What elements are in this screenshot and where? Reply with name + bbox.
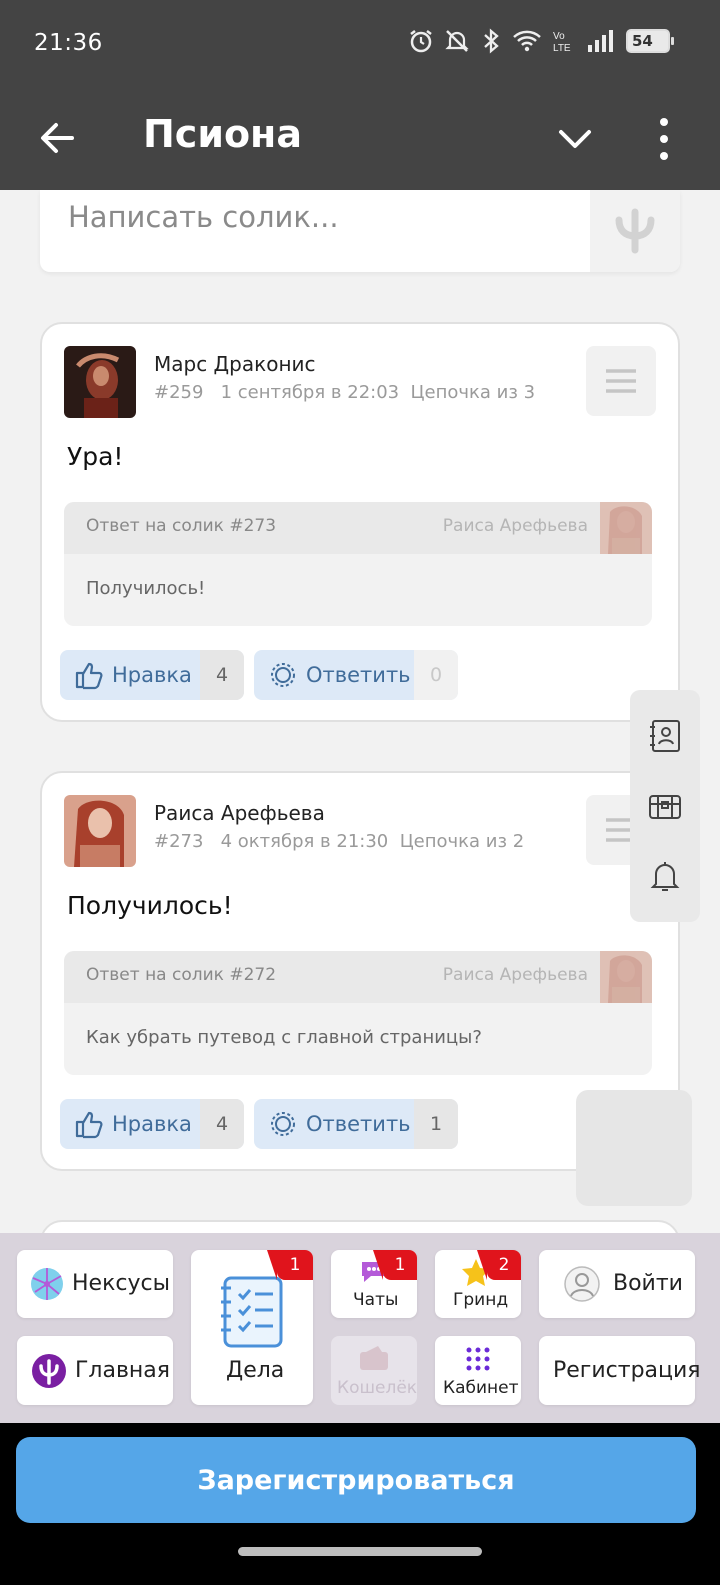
status-time: 21:36 [34,30,103,56]
quote-reference[interactable]: Ответ на солик #272 [86,965,276,985]
gear-icon [271,663,295,687]
thumbs-up-icon [75,1111,103,1139]
grid-dots-icon [466,1347,490,1371]
like-count: 4 [200,1099,244,1149]
like-count: 4 [200,650,244,700]
reply-button[interactable]: Ответить 0 [254,650,458,700]
signal-icon [588,30,613,52]
quote-avatar [600,502,652,554]
quote-header: Ответ на солик #272 Раиса Арефьева [64,951,652,1003]
home-indicator[interactable] [238,1547,482,1556]
thumbs-up-icon [75,662,103,690]
nav-chats-button[interactable]: Чаты 1 [331,1250,417,1318]
nav-wallet-label: Кошелёк [337,1378,418,1398]
nav-register-button[interactable]: Регистрация [539,1336,701,1405]
status-icons: Vo LTE 54 [408,28,674,54]
wallet-icon [360,1346,388,1370]
contacts-icon[interactable] [647,718,683,754]
quoted-post[interactable]: Ответ на солик #272 Раиса Арефьева Как у… [64,951,652,1075]
user-avatar-icon [564,1266,600,1302]
compose-box[interactable]: Написать солик... [40,190,680,272]
like-button[interactable]: Нравка 4 [60,1099,244,1149]
reply-label: Ответить [306,1112,411,1136]
bell-icon[interactable] [647,858,683,894]
tasks-badge: 1 [267,1250,313,1280]
post-text: Ура! [67,442,124,471]
quote-author[interactable]: Раиса Арефьева [443,516,588,536]
more-vertical-icon[interactable] [656,116,672,162]
battery-icon: 54 [626,29,674,53]
floating-action-placeholder[interactable] [576,1090,692,1206]
nav-nexus-button[interactable]: Нексусы [17,1250,173,1318]
quote-header: Ответ на солик #273 Раиса Арефьева [64,502,652,554]
task-list-icon [221,1276,283,1348]
reply-label: Ответить [306,663,411,687]
nav-register-label: Регистрация [553,1358,701,1383]
quote-text: Получилось! [86,578,206,599]
mute-icon [445,30,469,52]
svg-text:LTE: LTE [553,43,571,54]
post-meta: #273 4 октября в 21:30 Цепочка из 2 [154,831,525,852]
like-button[interactable]: Нравка 4 [60,650,244,700]
bottom-nav: Нексусы Дела 1 Чаты 1 Гринд 2 Войти Глав… [0,1233,720,1423]
nav-cabinet-button[interactable]: Кабинет [435,1336,521,1405]
avatar[interactable] [64,795,136,867]
nav-home-label: Главная [75,1358,171,1383]
quoted-post[interactable]: Ответ на солик #273 Раиса Арефьева Получ… [64,502,652,626]
chevron-down-icon[interactable] [556,122,594,156]
wifi-icon [513,30,541,52]
post-author[interactable]: Раиса Арефьева [154,801,325,825]
globe-network-icon [31,1268,63,1300]
svg-text:Vo: Vo [553,31,565,42]
status-bar: 21:36 Vo LTE 54 [0,0,720,90]
back-arrow-icon[interactable] [36,116,80,160]
like-label: Нравка [112,1112,192,1136]
like-label: Нравка [112,663,192,687]
nav-chats-label: Чаты [353,1290,399,1310]
post-card: Марс Драконис #259 1 сентября в 22:03 Це… [40,322,680,722]
reply-count: 1 [414,1099,458,1149]
register-button[interactable]: Зарегистрироваться [16,1437,696,1523]
app-bar: Псиона [0,90,720,190]
grind-badge: 2 [477,1250,521,1280]
post-meta: #259 1 сентября в 22:03 Цепочка из 3 [154,382,536,403]
psiona-logo-icon [615,208,655,254]
compose-input[interactable]: Написать солик... [68,200,339,234]
register-bar: Зарегистрироваться [0,1423,720,1585]
side-panel [630,690,700,922]
nav-login-button[interactable]: Войти [539,1250,695,1318]
quote-author[interactable]: Раиса Арефьева [443,965,588,985]
nav-grind-button[interactable]: Гринд 2 [435,1250,521,1318]
page-title: Псиона [143,112,302,156]
post-author[interactable]: Марс Драконис [154,352,316,376]
post-menu-button[interactable] [586,346,656,416]
send-button[interactable] [590,190,680,272]
nav-nexus-label: Нексусы [72,1271,170,1296]
quote-text: Как убрать путевод с главной страницы? [86,1027,482,1048]
chats-badge: 1 [373,1250,417,1280]
nav-login-label: Войти [613,1271,683,1296]
nav-tasks-button[interactable]: Дела 1 [191,1250,313,1405]
nav-home-button[interactable]: Главная [17,1336,173,1405]
nav-cabinet-label: Кабинет [443,1378,519,1398]
reply-button[interactable]: Ответить 1 [254,1099,458,1149]
gear-icon [271,1112,295,1136]
bluetooth-icon [484,28,499,54]
psiona-home-icon [32,1354,66,1388]
avatar[interactable] [64,346,136,418]
alarm-icon [410,30,432,53]
nav-wallet-button[interactable]: Кошелёк [331,1336,417,1405]
volte-icon: VoLTE [553,31,571,54]
treasure-chest-icon[interactable] [647,788,683,824]
quote-reference[interactable]: Ответ на солик #273 [86,516,276,536]
post-text: Получилось! [67,891,233,920]
nav-tasks-label: Дела [226,1358,285,1383]
quote-avatar [600,951,652,1003]
nav-grind-label: Гринд [453,1290,509,1310]
reply-count: 0 [414,650,458,700]
hamburger-icon [606,369,636,393]
